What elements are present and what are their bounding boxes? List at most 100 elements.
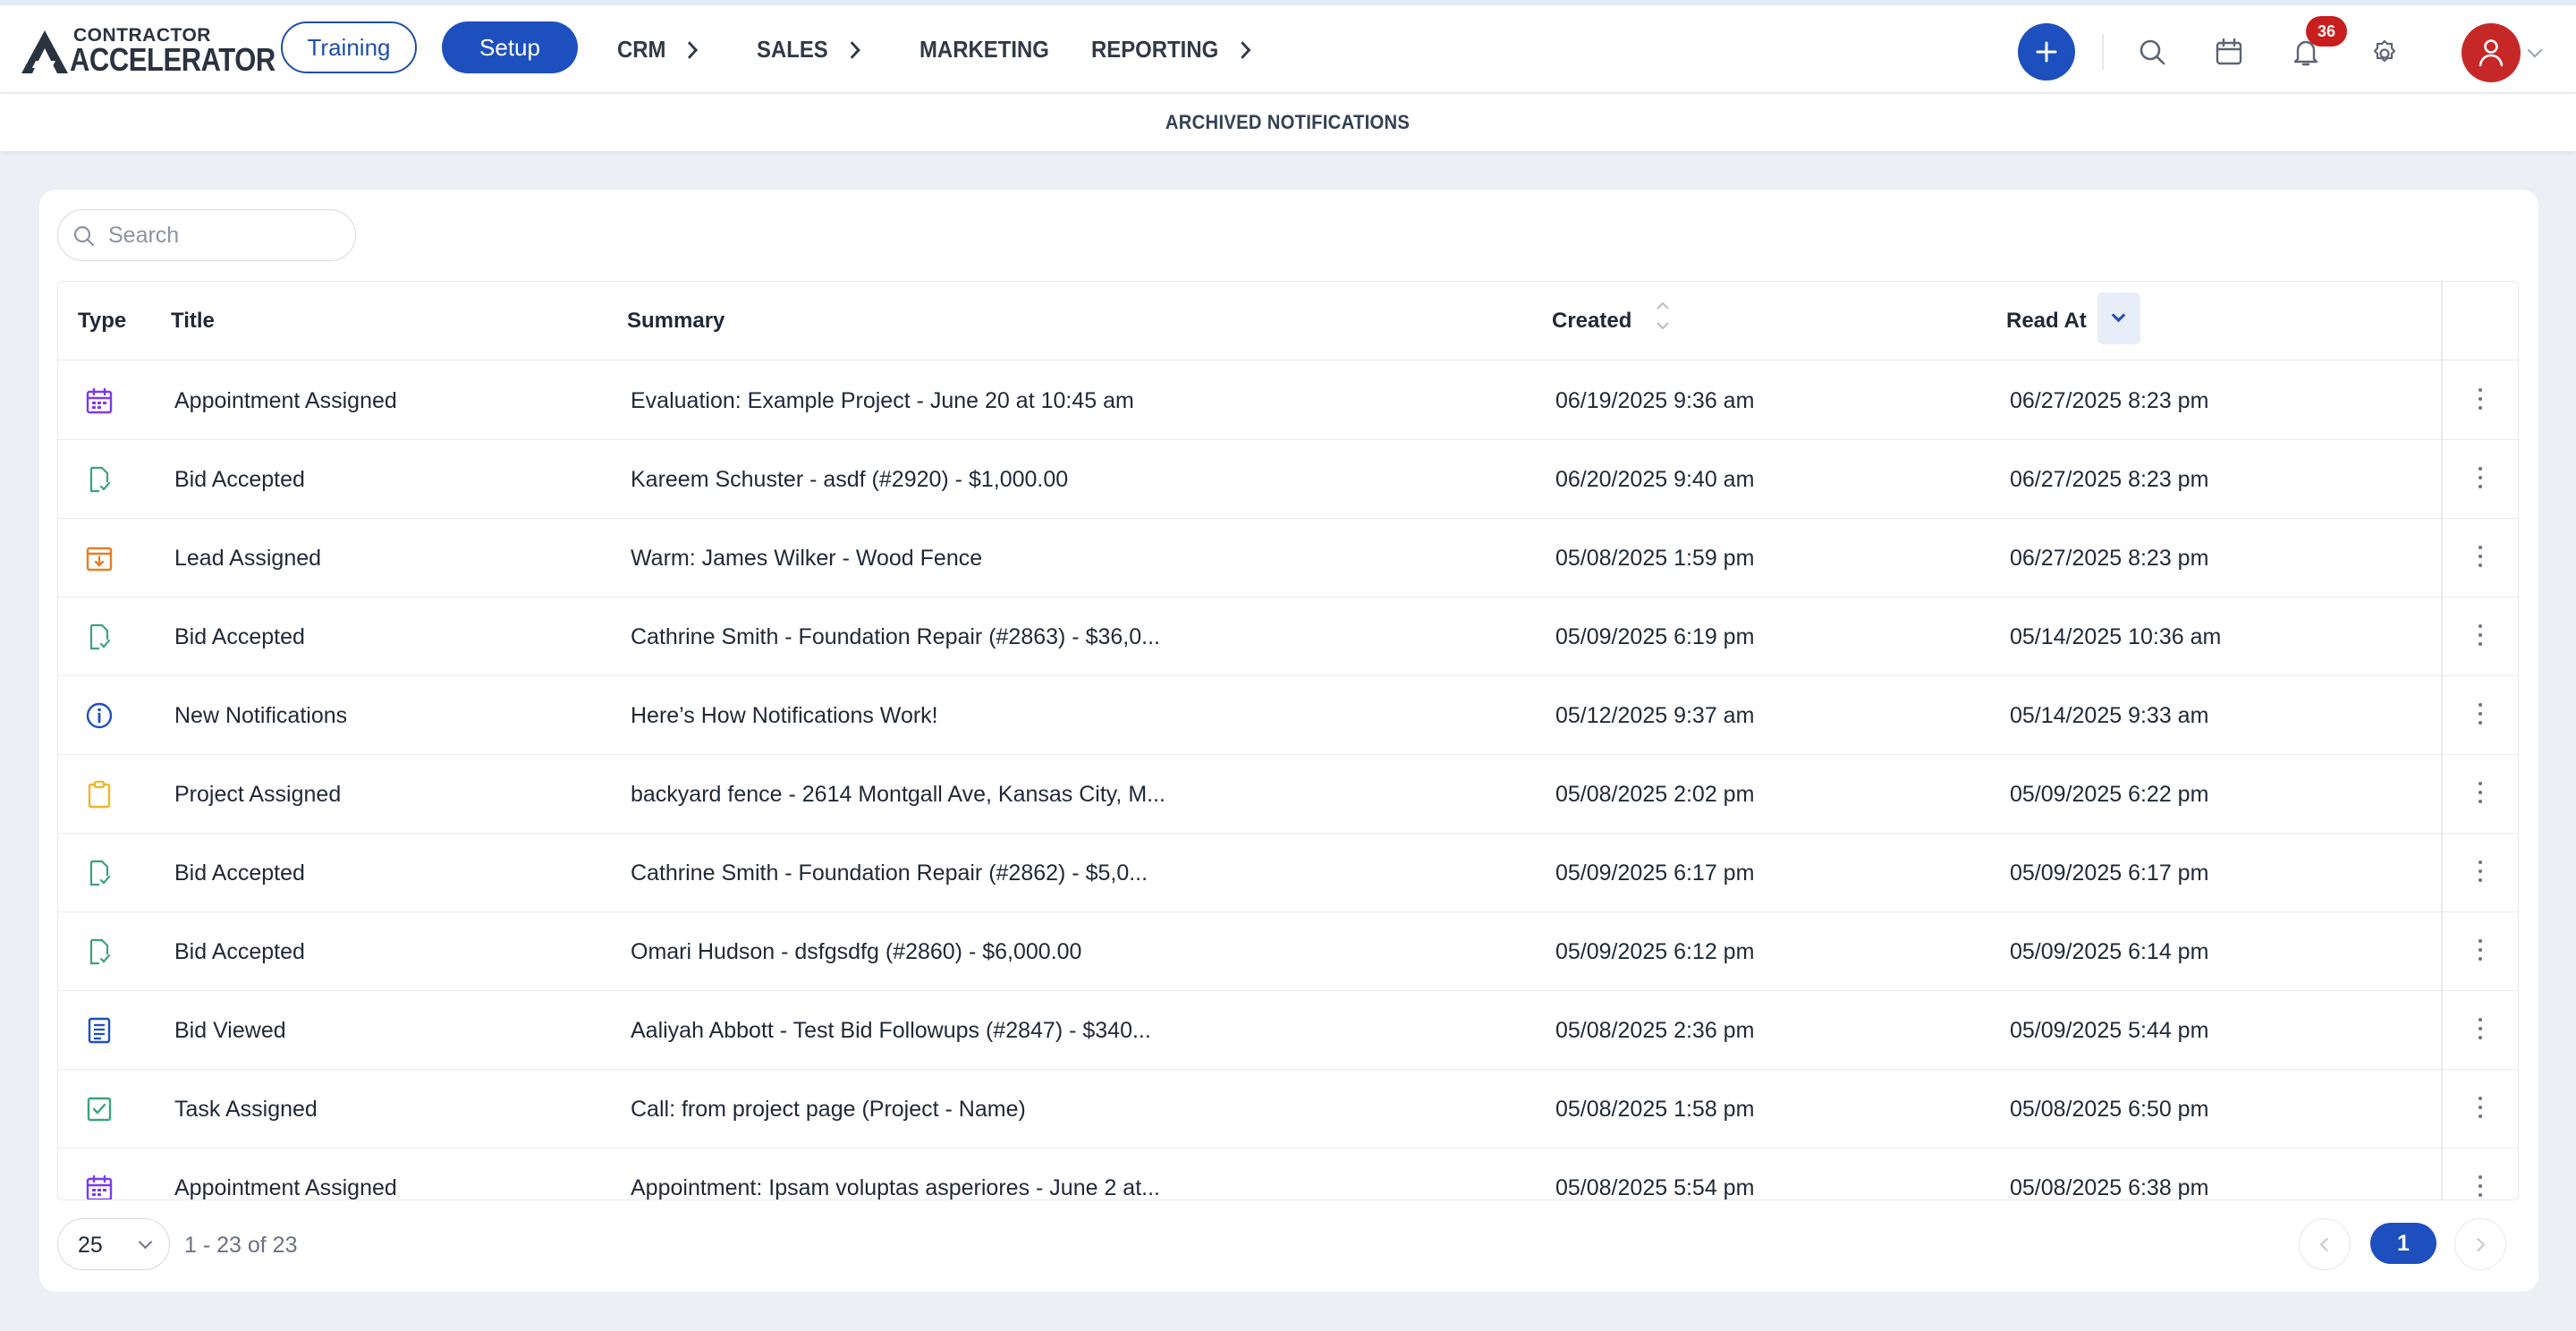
document-check-icon bbox=[89, 938, 111, 965]
user-icon bbox=[2479, 39, 2504, 67]
calendar-icon bbox=[86, 1174, 113, 1200]
row-read-at: 05/09/2025 6:14 pm bbox=[2010, 939, 2209, 964]
more-options-icon[interactable] bbox=[2479, 1175, 2484, 1200]
plus-icon bbox=[2036, 41, 2057, 63]
more-options-icon[interactable] bbox=[2479, 1097, 2484, 1122]
table-row[interactable]: Bid Accepted Cathrine Smith - Foundation… bbox=[58, 834, 2518, 912]
pagination-range: 1 - 23 of 23 bbox=[184, 1233, 298, 1258]
more-options-icon[interactable] bbox=[2479, 624, 2484, 649]
header-summary: Summary bbox=[627, 309, 725, 333]
row-read-at: 05/08/2025 6:38 pm bbox=[2010, 1175, 2209, 1200]
row-summary: Appointment: Ipsam voluptas asperiores -… bbox=[631, 1175, 1160, 1200]
row-summary: Here’s How Notifications Work! bbox=[631, 703, 938, 728]
sort-desc-button[interactable] bbox=[2097, 292, 2140, 344]
more-options-icon[interactable] bbox=[2479, 546, 2484, 571]
more-options-icon[interactable] bbox=[2479, 467, 2484, 492]
row-summary: backyard fence - 2614 Montgall Ave, Kans… bbox=[631, 782, 1165, 807]
chevron-right-icon bbox=[2470, 1237, 2486, 1252]
calendar-icon bbox=[86, 387, 113, 414]
row-title: Project Assigned bbox=[174, 782, 342, 807]
add-button[interactable] bbox=[2018, 23, 2075, 81]
chevron-down-icon[interactable] bbox=[2527, 42, 2543, 58]
nav-marketing[interactable]: MARKETING bbox=[919, 36, 1049, 64]
table-row[interactable]: Bid Viewed Aaliyah Abbott - Test Bid Fol… bbox=[58, 991, 2518, 1070]
notifications-card: Type Title Summary Created Read At Appoi… bbox=[39, 190, 2538, 1292]
page-title: ARCHIVED NOTIFICATIONS bbox=[1165, 111, 1411, 133]
chevron-right-icon bbox=[1233, 40, 1250, 59]
row-title: Bid Accepted bbox=[174, 624, 305, 649]
row-summary: Cathrine Smith - Foundation Repair (#286… bbox=[631, 860, 1148, 886]
row-read-at: 06/27/2025 8:23 pm bbox=[2010, 388, 2209, 413]
page-size-select[interactable]: 25 bbox=[57, 1218, 170, 1270]
more-options-icon[interactable] bbox=[2479, 1018, 2484, 1043]
table-row[interactable]: Appointment Assigned Evaluation: Example… bbox=[58, 361, 2518, 440]
inbox-download-icon bbox=[86, 547, 113, 572]
more-options-icon[interactable] bbox=[2479, 860, 2484, 886]
nav-reporting[interactable]: REPORTING bbox=[1091, 36, 1250, 64]
chevron-right-icon bbox=[843, 40, 860, 59]
nav-crm[interactable]: CRM bbox=[617, 36, 699, 64]
row-summary: Evaluation: Example Project - June 20 at… bbox=[631, 388, 1134, 413]
info-icon bbox=[86, 702, 113, 729]
row-title: Bid Accepted bbox=[174, 467, 305, 492]
logo-text-bottom: ACCELERATOR bbox=[70, 41, 275, 78]
row-created: 05/12/2025 9:37 am bbox=[1555, 703, 1755, 728]
brand-logo[interactable]: CONTRACTOR ACCELERATOR bbox=[20, 25, 275, 78]
row-created: 05/08/2025 2:36 pm bbox=[1555, 1018, 1755, 1043]
row-summary: Cathrine Smith - Foundation Repair (#286… bbox=[631, 624, 1160, 649]
table-row[interactable]: Bid Accepted Omari Hudson - dsfgsdfg (#2… bbox=[58, 912, 2518, 991]
clipboard-icon bbox=[88, 780, 111, 809]
table-header: Type Title Summary Created Read At bbox=[58, 282, 2518, 360]
training-button[interactable]: Training bbox=[281, 21, 417, 73]
search-box[interactable] bbox=[57, 209, 356, 261]
user-avatar[interactable] bbox=[2462, 23, 2521, 82]
row-created: 05/09/2025 6:17 pm bbox=[1555, 860, 1755, 886]
row-title: Appointment Assigned bbox=[174, 1175, 397, 1200]
table-row[interactable]: Project Assigned backyard fence - 2614 M… bbox=[58, 755, 2518, 834]
row-title: Bid Viewed bbox=[174, 1018, 286, 1043]
row-created: 05/08/2025 2:02 pm bbox=[1555, 782, 1755, 807]
table-row[interactable]: New Notifications Here’s How Notificatio… bbox=[58, 676, 2518, 755]
notifications-table: Type Title Summary Created Read At Appoi… bbox=[57, 281, 2519, 1200]
header-read-at[interactable]: Read At bbox=[2006, 309, 2087, 334]
prev-page-button[interactable] bbox=[2299, 1218, 2351, 1270]
calendar-icon[interactable] bbox=[2213, 36, 2245, 68]
more-options-icon[interactable] bbox=[2479, 388, 2484, 413]
notification-count-badge: 36 bbox=[2306, 16, 2347, 47]
header-created[interactable]: Created bbox=[1552, 309, 1631, 334]
table-row[interactable]: Task Assigned Call: from project page (P… bbox=[58, 1070, 2518, 1149]
table-row[interactable]: Appointment Assigned Appointment: Ipsam … bbox=[58, 1149, 2518, 1200]
table-row[interactable]: Lead Assigned Warm: James Wilker - Wood … bbox=[58, 519, 2518, 598]
table-row[interactable]: Bid Accepted Kareem Schuster - asdf (#29… bbox=[58, 440, 2518, 519]
row-read-at: 05/14/2025 10:36 am bbox=[2010, 624, 2222, 649]
more-options-icon[interactable] bbox=[2479, 703, 2484, 728]
header-title: Title bbox=[171, 309, 215, 333]
more-options-icon[interactable] bbox=[2479, 782, 2484, 807]
logo-mark-icon bbox=[21, 30, 68, 73]
more-options-icon[interactable] bbox=[2479, 939, 2484, 964]
sort-icon[interactable] bbox=[1650, 296, 1675, 335]
setup-button[interactable]: Setup bbox=[442, 21, 578, 73]
document-check-icon bbox=[89, 860, 111, 886]
row-read-at: 05/08/2025 6:50 pm bbox=[2010, 1097, 2209, 1122]
sort-desc-icon bbox=[2111, 308, 2126, 323]
next-page-button[interactable] bbox=[2454, 1218, 2506, 1270]
row-read-at: 06/27/2025 8:23 pm bbox=[2010, 546, 2209, 571]
search-icon[interactable] bbox=[2136, 36, 2168, 68]
row-read-at: 05/09/2025 6:17 pm bbox=[2010, 860, 2209, 886]
nav-sales[interactable]: SALES bbox=[757, 36, 860, 64]
row-created: 05/09/2025 6:19 pm bbox=[1555, 624, 1755, 649]
table-row[interactable]: Bid Accepted Cathrine Smith - Foundation… bbox=[58, 598, 2518, 676]
gear-icon[interactable] bbox=[2368, 36, 2401, 68]
page-size-value: 25 bbox=[78, 1233, 103, 1258]
row-title: New Notifications bbox=[174, 703, 348, 728]
search-icon bbox=[73, 225, 95, 247]
row-title: Task Assigned bbox=[174, 1097, 318, 1122]
actions-column-divider bbox=[2441, 282, 2443, 1200]
nav-sales-label: SALES bbox=[757, 36, 828, 63]
row-read-at: 05/09/2025 6:22 pm bbox=[2010, 782, 2209, 807]
search-input[interactable] bbox=[108, 219, 341, 251]
row-summary: Aaliyah Abbott - Test Bid Followups (#28… bbox=[631, 1018, 1151, 1043]
current-page-button[interactable]: 1 bbox=[2370, 1223, 2436, 1264]
nav-crm-label: CRM bbox=[617, 36, 666, 63]
